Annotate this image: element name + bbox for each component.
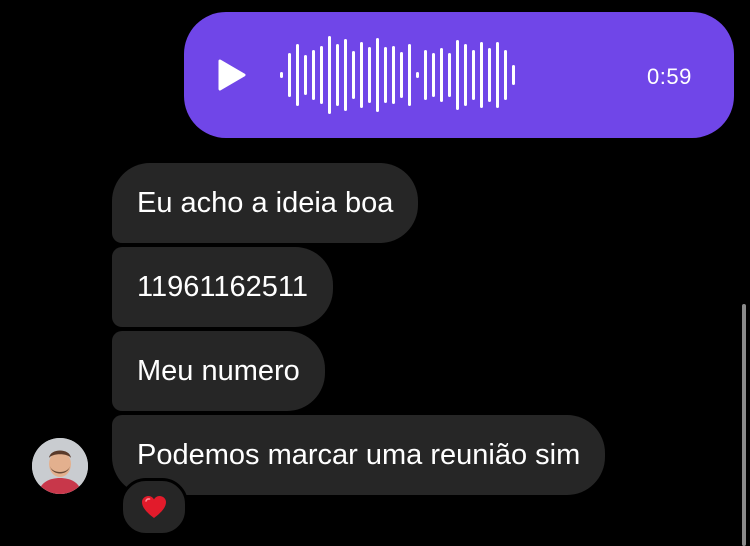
waveform-bar [344, 39, 347, 111]
waveform-bar [416, 72, 419, 78]
avatar[interactable] [32, 438, 88, 494]
waveform-bar [392, 46, 395, 104]
waveform-bar [328, 36, 331, 114]
waveform-bar [304, 55, 307, 95]
waveform-bar [432, 53, 435, 97]
waveform-bar [368, 47, 371, 103]
message-bubble[interactable]: 11961162511 [112, 247, 333, 327]
waveform-bar [496, 42, 499, 108]
message-bubble[interactable]: Podemos marcar uma reunião sim [112, 415, 606, 495]
waveform-bar [296, 44, 299, 106]
waveform-bar [408, 44, 411, 106]
waveform-bar [440, 48, 443, 102]
waveform-bar [456, 40, 459, 110]
play-icon [218, 59, 246, 91]
waveform-bar [360, 42, 363, 108]
voice-message-bubble[interactable]: 0:59 [184, 12, 734, 138]
message-bubble[interactable]: Eu acho a ideia boa [112, 163, 419, 243]
waveform-bar [312, 50, 315, 100]
waveform-bar [280, 72, 283, 78]
waveform-bar [376, 38, 379, 112]
waveform-bar [448, 53, 451, 97]
waveform-bar [288, 53, 291, 97]
waveform-bar [400, 52, 403, 98]
waveform-bar [512, 65, 515, 85]
voice-duration: 0:59 [647, 64, 692, 89]
avatar-image [32, 438, 88, 494]
waveform-bar [464, 44, 467, 106]
waveform-bar [472, 50, 475, 100]
waveform-bar [504, 50, 507, 100]
scrollbar[interactable] [742, 304, 746, 546]
reaction-badge[interactable] [120, 478, 188, 536]
waveform-bar [424, 50, 427, 100]
message-bubble[interactable]: Meu numero [112, 331, 325, 411]
heart-icon [142, 496, 166, 518]
waveform-bar [352, 51, 355, 99]
waveform-bar [480, 42, 483, 108]
play-button[interactable] [212, 55, 252, 95]
waveform-bar [320, 46, 323, 104]
waveform-bar [336, 44, 339, 106]
waveform-bar [384, 47, 387, 103]
audio-waveform[interactable] [280, 34, 624, 116]
waveform-bar [488, 48, 491, 102]
